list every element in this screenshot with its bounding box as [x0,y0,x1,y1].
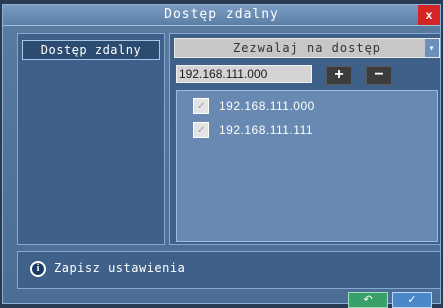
confirm-button[interactable]: ✓ [392,292,432,308]
sidebar-item-remote-access[interactable]: Dostęp zdalny [22,40,160,60]
back-icon: ↶ [363,294,373,306]
window-title: Dostęp zdalny [164,7,279,22]
add-ip-button[interactable]: + [326,66,352,85]
status-text: Zapisz ustawienia [54,261,186,275]
access-mode-select[interactable]: Zezwalaj na dostęp ▾ [174,38,440,58]
right-panel: Zezwalaj na dostęp ▾ 192.168.111.000 + −… [169,33,441,245]
list-item[interactable]: ✓ 192.168.111.000 [193,97,315,115]
ip-list-item-text: 192.168.111.000 [219,99,315,113]
confirm-icon: ✓ [407,294,417,306]
title-bar: Dostęp zdalny x [3,5,440,26]
info-icon: i [30,261,46,277]
checkbox-icon[interactable]: ✓ [193,122,209,138]
ip-address-input[interactable]: 192.168.111.000 [176,65,312,83]
access-mode-value: Zezwalaj na dostęp [232,41,382,55]
list-item[interactable]: ✓ 192.168.111.111 [193,121,313,139]
close-icon: x [425,8,433,22]
checkbox-icon[interactable]: ✓ [193,98,209,114]
dropdown-arrow-icon[interactable]: ▾ [425,39,439,57]
ip-list-item-text: 192.168.111.111 [219,123,314,137]
left-panel: Dostęp zdalny [17,33,165,245]
status-bar: i Zapisz ustawienia [17,251,441,289]
remote-access-window: Dostęp zdalny x Dostęp zdalny Zezwalaj n… [2,4,441,304]
remove-ip-button[interactable]: − [366,66,392,85]
ip-list: ✓ 192.168.111.000 ✓ 192.168.111.111 [176,90,438,242]
close-button[interactable]: x [418,5,440,25]
back-button[interactable]: ↶ [348,292,388,308]
